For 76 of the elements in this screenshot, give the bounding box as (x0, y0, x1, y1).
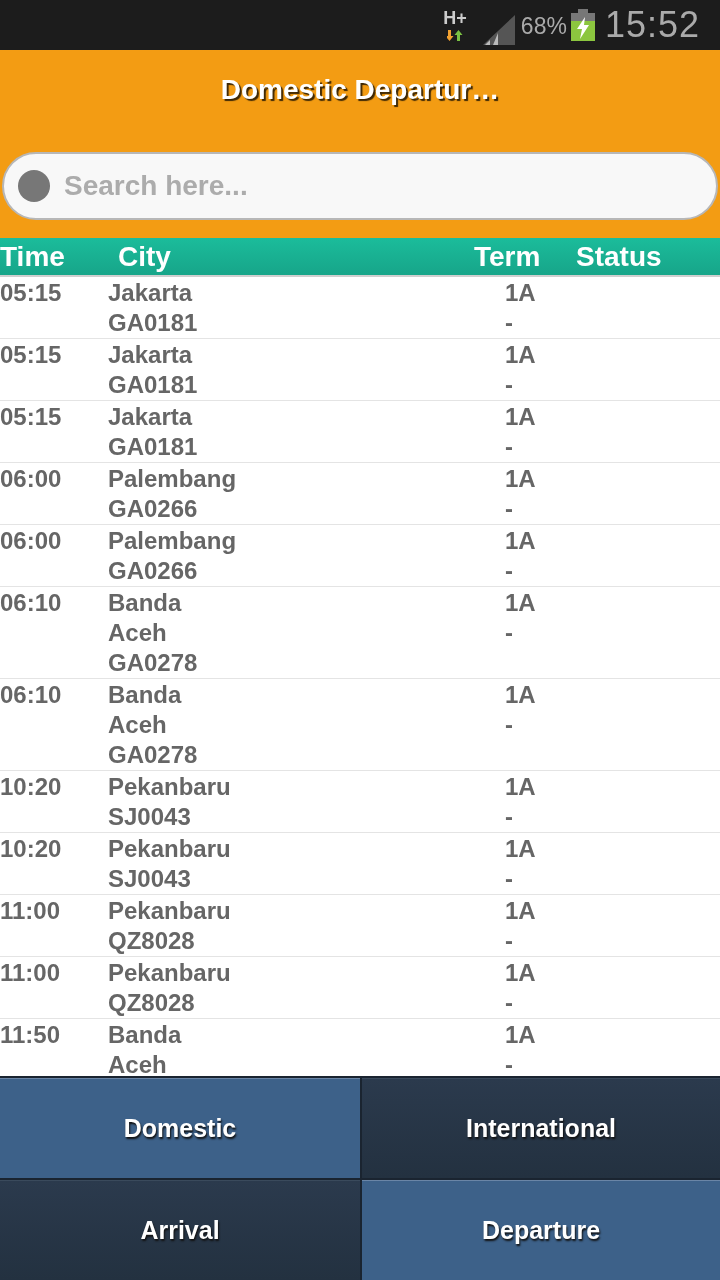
city-name: Banda Aceh (108, 588, 183, 648)
terminal-text: 1A (505, 834, 536, 864)
dash-text: - (505, 494, 513, 524)
terminal-text: 1A (505, 772, 536, 802)
city-name: Pekanbaru (108, 772, 231, 802)
column-header: Time (0, 240, 66, 273)
column-header: Status (576, 240, 663, 273)
city-name: Pekanbaru (108, 834, 231, 864)
terminal-text: 1A (505, 402, 536, 432)
dash-text: - (505, 988, 513, 1018)
city-name: Pekanbaru (108, 896, 231, 926)
flight-number: SJ0043 (108, 864, 191, 894)
battery-percent: 68% (520, 12, 567, 40)
flight-number: GA0278 (108, 648, 198, 678)
terminal-text: 1A (505, 526, 536, 556)
time-text: 06:10 (0, 680, 62, 710)
terminal-text: 1A (505, 340, 536, 370)
time-text: 05:15 (0, 340, 62, 370)
tab-button[interactable]: International (362, 1078, 720, 1178)
city-name: Jakarta (108, 340, 193, 370)
dash-text: - (505, 802, 513, 832)
time-text: 11:00 (0, 958, 61, 988)
terminal-text: 1A (505, 588, 536, 618)
flight-number: GA0181 (108, 370, 198, 400)
flight-number: GA0181 (108, 308, 198, 338)
data-arrows-icon (447, 28, 464, 41)
column-header: Term (474, 240, 542, 273)
terminal-text: 1A (505, 464, 536, 494)
dash-text: - (505, 710, 513, 740)
battery-icon (570, 9, 595, 41)
dash-text: - (505, 370, 513, 400)
flight-number: QZ8028 (108, 926, 195, 956)
flight-number: SJ0043 (108, 802, 191, 832)
time-text: 05:15 (0, 278, 62, 308)
clock-time: 15:52 (604, 4, 700, 46)
flight-number: GA0278 (108, 740, 198, 770)
dash-text: - (505, 864, 513, 894)
time-text: 10:20 (0, 772, 62, 802)
time-text: 06:00 (0, 464, 62, 494)
city-name: Pekanbaru (108, 958, 231, 988)
terminal-text: 1A (505, 958, 536, 988)
flight-number: QZ8028 (108, 988, 195, 1018)
time-text: 05:15 (0, 402, 62, 432)
time-text: 06:10 (0, 588, 62, 618)
dash-text: - (505, 432, 513, 462)
dash-text: - (505, 556, 513, 586)
column-header: City (118, 240, 172, 273)
flight-number: GA0266 (108, 494, 198, 524)
city-name: Banda Aceh (108, 1020, 183, 1076)
tab-button[interactable]: Domestic (0, 1078, 360, 1178)
terminal-text: 1A (505, 680, 536, 710)
terminal-text: 1A (505, 1020, 536, 1050)
page-title: Domestic Departur… (219, 73, 501, 107)
time-text: 11:00 (0, 896, 61, 926)
tab-button[interactable]: Arrival (0, 1180, 360, 1280)
city-name: Banda Aceh (108, 680, 183, 740)
search-field[interactable]: Search here... (2, 152, 718, 220)
tab-button[interactable]: Departure (362, 1180, 720, 1280)
dash-text: - (505, 308, 513, 338)
city-name: Jakarta (108, 278, 193, 308)
dash-text: - (505, 926, 513, 956)
city-name: Palembang (108, 526, 237, 556)
flight-number: GA0181 (108, 432, 198, 462)
terminal-text: 1A (505, 278, 536, 308)
city-name: Jakarta (108, 402, 193, 432)
time-text: 11:50 (0, 1020, 61, 1050)
dash-text: - (505, 1050, 513, 1076)
flight-number: GA0266 (108, 556, 198, 586)
circle-icon (18, 170, 50, 202)
time-text: 10:20 (0, 834, 62, 864)
signal-icon (482, 15, 515, 45)
time-text: 06:00 (0, 526, 62, 556)
terminal-text: 1A (505, 896, 536, 926)
network-type-text: H+ (443, 9, 467, 27)
city-name: Palembang (108, 464, 237, 494)
dash-text: - (505, 618, 513, 648)
